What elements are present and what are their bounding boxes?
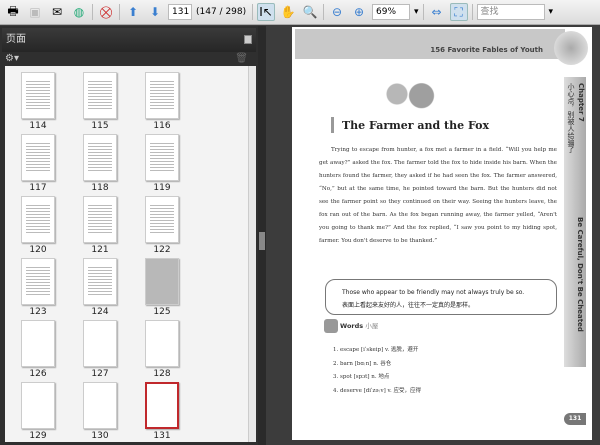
page-header: 156 Favorite Fables of Youth <box>295 29 565 59</box>
moral-chinese: 表面上看起来友好的人，往往不一定真的是那样。 <box>342 302 475 309</box>
panel-title: 页面 <box>6 34 26 45</box>
pdf-page: 156 Favorite Fables of Youth Chapter 7 小… <box>292 27 592 440</box>
delete-trash-icon[interactable]: 🗑 <box>235 53 248 64</box>
thumbnail-label: 121 <box>91 245 109 255</box>
page-number-input[interactable]: 131 <box>168 4 192 20</box>
page-thumbnail[interactable] <box>21 258 55 305</box>
page-thumbnail[interactable] <box>145 72 179 119</box>
vocab-item: 4. deserve [diˈzəːv] v. 应受，应得 <box>333 388 421 394</box>
page-thumbnail[interactable] <box>83 134 117 181</box>
title-accent <box>331 117 334 133</box>
panel-toolbar: ⚙▾ 🗑 <box>2 53 256 67</box>
zoom-level-field[interactable]: 69% <box>372 4 410 20</box>
words-heading: Words 小屋 <box>324 319 378 333</box>
splitter-handle[interactable] <box>259 232 265 250</box>
thumbnail-label: 131 <box>153 431 171 441</box>
thumbnail-label: 124 <box>91 307 109 317</box>
separator <box>422 4 424 20</box>
page-thumbnail[interactable] <box>83 320 117 367</box>
page-thumbnail[interactable] <box>145 196 179 243</box>
previous-page-button[interactable]: ⬆ <box>124 3 142 21</box>
separator <box>252 4 253 20</box>
thumbnail-label: 118 <box>91 183 109 193</box>
page-thumbnail[interactable] <box>83 258 117 305</box>
thumbnail-label: 127 <box>91 369 109 379</box>
security-icon[interactable]: ⛒ <box>97 3 115 21</box>
thumbnail-scrollbar[interactable] <box>248 66 256 442</box>
separator <box>471 4 473 20</box>
thumbnail-label: 122 <box>153 245 171 255</box>
separator <box>92 4 93 20</box>
collapse-panel-button[interactable] <box>244 35 252 44</box>
page-thumbnail[interactable] <box>21 134 55 181</box>
hand-tool-icon[interactable]: ✋ <box>279 3 297 21</box>
fit-width-icon[interactable]: ⇔ <box>428 3 446 21</box>
panel-splitter[interactable] <box>258 26 266 445</box>
page-thumbnail[interactable] <box>21 72 55 119</box>
thumbnail-label: 123 <box>29 307 47 317</box>
zoom-dropdown-icon[interactable]: ▾ <box>414 7 419 17</box>
print-icon[interactable]: 🖶 <box>4 3 22 21</box>
thumbnail-list: 114 115 116 117 118 119 120 121 122 123 124 125 126 1… <box>5 66 256 442</box>
thumbnail-label: 129 <box>29 431 47 441</box>
page-thumbnail[interactable] <box>21 196 55 243</box>
thumbnail-label: 115 <box>91 121 109 131</box>
thumbnail-label: 130 <box>91 431 109 441</box>
separator <box>323 4 324 20</box>
next-page-button[interactable]: ⬇ <box>146 3 164 21</box>
page-thumbnail[interactable] <box>83 382 117 429</box>
page-thumbnail[interactable] <box>145 134 179 181</box>
page-thumbnail[interactable] <box>21 320 55 367</box>
email-icon[interactable]: ✉ <box>48 3 66 21</box>
page-thumbnail[interactable] <box>21 382 55 429</box>
chapter-emblem <box>554 31 588 65</box>
select-tool-icon[interactable]: I↖ <box>257 3 275 21</box>
page-number-badge: 131 <box>564 413 586 425</box>
vocab-item: 1. escape [iˈskeip] v. 逃脱，避开 <box>333 347 419 353</box>
options-gear-icon[interactable]: ⚙▾ <box>5 53 19 64</box>
page-thumbnail[interactable] <box>145 320 179 367</box>
moral-box: Those who appear to be friendly may not … <box>325 279 557 315</box>
web-icon[interactable]: ◍ <box>70 3 88 21</box>
page-count: (147 / 298) <box>196 7 247 17</box>
fit-page-icon[interactable]: ⛶ <box>449 3 468 21</box>
page-thumbnail[interactable] <box>83 196 117 243</box>
panel-header: 页面 <box>2 28 256 52</box>
story-title: The Farmer and the Fox <box>342 119 490 132</box>
thumbnail-label: 128 <box>153 369 171 379</box>
chapter-side-title: Be Careful, Don't Be Cheated <box>576 217 584 332</box>
search-input[interactable]: 查找 <box>476 4 545 20</box>
thumbnail-label: 126 <box>29 369 47 379</box>
pages-panel: 页面 ⚙▾ 🗑 114 115 116 117 118 119 120 121 122 123 12… <box>0 26 258 445</box>
words-book-icon <box>324 319 338 333</box>
story-text: Trying to escape from hunter, a fox met … <box>319 147 557 244</box>
farm-animals-illustration <box>376 77 446 111</box>
search-dropdown-icon[interactable]: ▾ <box>549 7 554 17</box>
words-label-cn: 小屋 <box>365 322 379 330</box>
thumbnail-label: 117 <box>29 183 47 193</box>
thumbnail-label: 116 <box>153 121 171 131</box>
thumbnail-label: 120 <box>29 245 47 255</box>
document-view: 156 Favorite Fables of Youth Chapter 7 小… <box>266 26 600 445</box>
chapter-label: Chapter 7 <box>577 83 585 122</box>
page-thumbnail[interactable] <box>83 72 117 119</box>
thumbnail-label: 119 <box>153 183 171 193</box>
thumbnail-label: 114 <box>29 121 47 131</box>
zoom-tool-icon[interactable]: 🔍 <box>301 3 319 21</box>
page-thumbnail[interactable] <box>145 382 179 429</box>
vocab-item: 3. spot [spɔt] n. 地点 <box>333 374 390 380</box>
thumbnail-label: 125 <box>153 307 171 317</box>
toolbar: 🖶 ▣ ✉ ◍ ⛒ ⬆ ⬇ 131 (147 / 298) I↖ ✋ 🔍 ⊖ ⊕… <box>0 0 600 25</box>
page-thumbnail[interactable] <box>145 258 179 305</box>
zoom-out-button[interactable]: ⊖ <box>328 3 346 21</box>
save-icon[interactable]: ▣ <box>26 3 44 21</box>
zoom-in-button[interactable]: ⊕ <box>350 3 368 21</box>
moral-english: Those who appear to be friendly may not … <box>342 289 525 296</box>
chapter-title-cn: 小心点，别被人给骗了 <box>567 83 575 153</box>
words-label: Words <box>340 322 364 330</box>
vocab-item: 2. barn [bɑːn] n. 谷仓 <box>333 361 392 367</box>
separator <box>119 4 120 20</box>
